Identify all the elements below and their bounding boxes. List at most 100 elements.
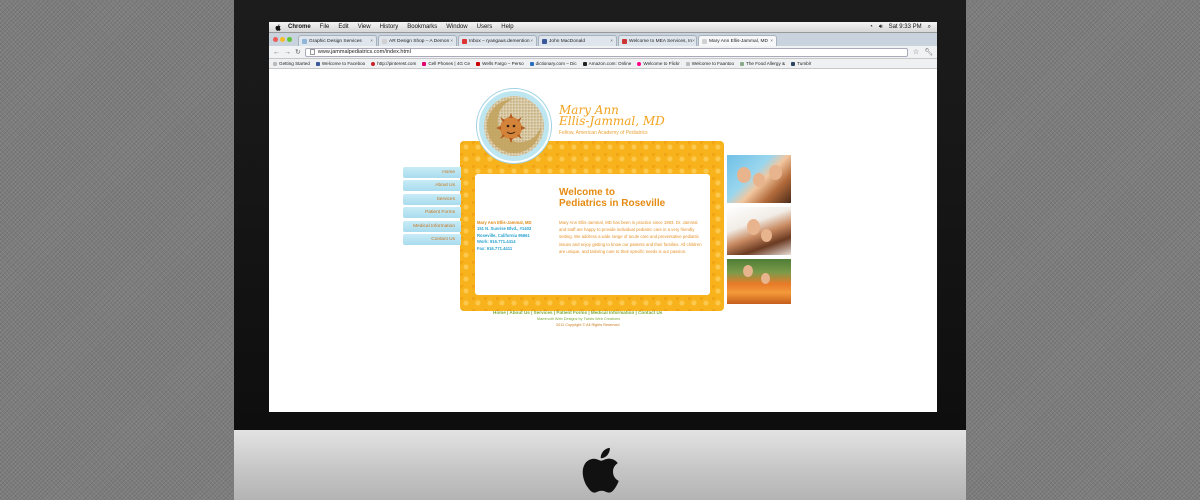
bookmark-label: Cell Phones | 4G Ce — [428, 61, 471, 66]
bookmark-label: Welcome to Faantoo — [691, 61, 735, 66]
bookmark-star-icon[interactable]: ☆ — [913, 48, 919, 56]
footer-copyright: 2011 Copyright © All Rights Reserved — [556, 323, 620, 327]
contact-address: Mary Ann Ellis-Jammal, MD 151 N. Sunrise… — [477, 220, 557, 252]
nav-services[interactable]: Services — [403, 193, 461, 205]
spotlight-icon[interactable]: ⌕ — [928, 24, 931, 31]
tab-close-icon[interactable]: × — [692, 39, 695, 44]
bookmark-label: Amazon.com: Online — [588, 61, 632, 66]
apple-menu-icon[interactable] — [275, 23, 281, 31]
clock[interactable]: Sat 9:33 PM — [889, 24, 922, 30]
bookmark-faantoo[interactable]: Welcome to Faantoo — [685, 61, 735, 66]
site-title: Mary Ann Ellis-Jammal, MD — [559, 104, 719, 127]
tab-close-icon[interactable]: × — [450, 39, 453, 44]
welcome-body: Mary Ann Ellis-Jammal, MD has been in pr… — [559, 220, 702, 254]
zoom-window-icon[interactable] — [287, 37, 292, 42]
tab-favicon-icon — [542, 38, 547, 44]
bookmark-cell-phones[interactable]: Cell Phones | 4G Ce — [422, 61, 470, 66]
menu-app-name[interactable]: Chrome — [288, 24, 311, 30]
bookmark-pinterest[interactable]: http://pinterest.com — [371, 61, 416, 66]
nav-contact-us[interactable]: Contact Us — [403, 233, 461, 245]
menu-bookmarks[interactable]: Bookmarks — [407, 24, 437, 30]
footer-links[interactable]: Home | About Us | Services | Patient For… — [493, 310, 662, 315]
bookmark-flickr[interactable]: Welcome to Flickr — [637, 61, 680, 66]
photo-face — [761, 273, 770, 284]
bookmark-tumblr[interactable]: Tumblr — [791, 61, 811, 66]
nav-about-us[interactable]: About Us — [403, 180, 461, 192]
tab-john-macdonald[interactable]: John MacDonald × — [538, 35, 617, 46]
wifi-icon[interactable]: ◔ — [869, 24, 873, 30]
tab-ar-design[interactable]: AR Design Shop – A Demon × — [378, 35, 457, 46]
logo-badge[interactable] — [477, 89, 551, 163]
tab-favicon-icon — [302, 38, 307, 44]
bookmark-dictionary[interactable]: dictionary.com – Dic — [529, 61, 577, 66]
sun-moon-mosaic-icon — [484, 96, 544, 156]
bookmark-favicon-icon — [637, 61, 642, 66]
bookmark-wells-fargo[interactable]: Wells Fargo – Perso — [476, 61, 524, 66]
forward-icon[interactable]: → — [284, 49, 291, 56]
tab-close-icon[interactable]: × — [370, 39, 373, 44]
nav-medical-information[interactable]: Medical Information — [403, 220, 461, 232]
bookmark-favicon-icon — [476, 61, 481, 66]
tab-label: John MacDonald — [549, 38, 585, 44]
tab-jammal-pediatrics[interactable]: Mary Ann Ellis-Jammal, MD × — [698, 35, 777, 46]
photo-face — [761, 229, 772, 242]
close-window-icon[interactable] — [273, 37, 278, 42]
bookmark-favicon-icon — [582, 61, 587, 66]
menu-edit[interactable]: Edit — [338, 24, 348, 30]
bookmark-favicon-icon — [791, 61, 796, 66]
tab-label: Graphic Design Services — [309, 38, 362, 44]
tab-label: Inbox – ryangaus.demention — [469, 38, 530, 44]
volume-icon[interactable]: 🔊︎ — [879, 24, 883, 31]
mother-child-photo — [727, 207, 791, 255]
tab-label: Welcome to MEA Services, In — [629, 38, 693, 44]
tab-favicon-icon — [622, 38, 627, 44]
bookmark-label: Getting Started — [279, 61, 310, 66]
tab-close-icon[interactable]: × — [610, 39, 613, 44]
bookmark-label: Wells Fargo – Perso — [482, 61, 524, 66]
tab-mea-services[interactable]: Welcome to MEA Services, In × — [618, 35, 697, 46]
nav-home[interactable]: Home — [403, 167, 461, 178]
address-bar[interactable]: www.jammalpediatrics.com/index.html — [304, 47, 908, 57]
tab-inbox[interactable]: Inbox – ryangaus.demention × — [458, 35, 537, 46]
menu-file[interactable]: File — [320, 24, 330, 30]
tab-graphic-design[interactable]: Graphic Design Services × — [298, 35, 377, 46]
bookmark-food-allergy[interactable]: The Food Allergy & — [740, 61, 785, 66]
photo-face — [747, 219, 760, 235]
menu-help[interactable]: Help — [501, 24, 513, 30]
bookmark-favicon-icon — [273, 61, 277, 66]
bookmark-label: Welcome to Flickr — [643, 61, 680, 66]
bookmark-favicon-icon — [422, 61, 427, 66]
minimize-window-icon[interactable] — [280, 37, 285, 42]
tab-close-icon[interactable]: × — [530, 39, 533, 44]
website-viewport: Mary Ann Ellis-Jammal, MD Fellow, Americ… — [269, 70, 937, 412]
menu-users[interactable]: Users — [477, 24, 493, 30]
bookmark-label: The Food Allergy & — [746, 61, 786, 66]
nav-patient-forms[interactable]: Patient Forms — [403, 207, 461, 219]
address-url: www.jammalpediatrics.com/index.html — [317, 49, 411, 55]
tab-favicon-icon — [702, 38, 707, 44]
address-fax: Fax: 916.771.4411 — [477, 245, 513, 251]
menu-view[interactable]: View — [358, 24, 371, 30]
bookmark-favicon-icon — [315, 61, 320, 66]
menu-history[interactable]: History — [380, 24, 399, 30]
tab-close-icon[interactable]: × — [770, 39, 773, 44]
reload-icon[interactable]: ↻ — [295, 48, 301, 56]
photo-face — [769, 165, 782, 180]
bookmark-label: Welcome to Faceboo — [321, 61, 366, 66]
menu-window[interactable]: Window — [446, 24, 467, 30]
back-icon[interactable]: ← — [273, 49, 280, 56]
bookmark-getting-started[interactable]: Getting Started — [273, 61, 310, 66]
photo-face — [753, 173, 765, 187]
bookmark-favicon-icon — [685, 61, 690, 66]
apple-logo-icon — [582, 447, 619, 493]
tab-label: Mary Ann Ellis-Jammal, MD — [709, 38, 768, 44]
page-icon — [309, 49, 315, 55]
footer-credit: Mammoth Web Designs by Twists Web Creati… — [537, 317, 621, 321]
site-subtitle: Fellow, American Academy of Pediatrics — [559, 130, 648, 136]
site-nav: Home About Us Services Patient Forms Med… — [403, 167, 461, 247]
wrench-menu-icon[interactable]: 🔧︎ — [924, 48, 933, 56]
bookmark-amazon[interactable]: Amazon.com: Online — [582, 61, 632, 66]
tab-favicon-icon — [462, 38, 467, 44]
bookmark-favicon-icon — [740, 61, 745, 66]
bookmark-facebook[interactable]: Welcome to Faceboo — [315, 61, 366, 66]
